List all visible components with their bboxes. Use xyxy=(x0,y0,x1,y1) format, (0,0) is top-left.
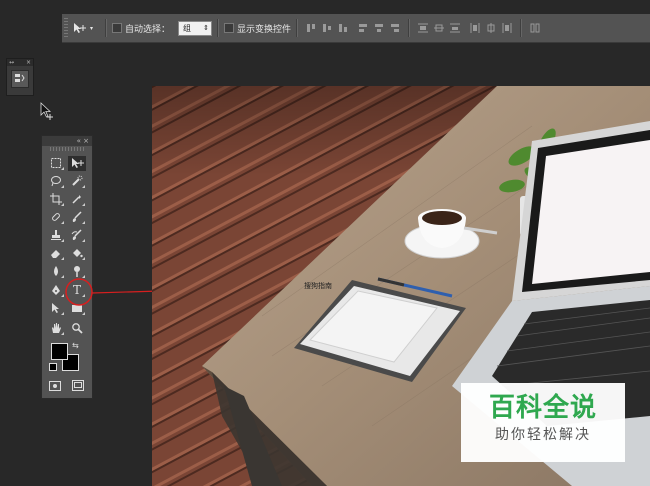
annotation-label: 搜狗指南 xyxy=(304,282,332,290)
watermark-subtitle: 助你轻松解决 xyxy=(495,427,591,443)
type-tool-highlight-circle xyxy=(65,278,93,306)
watermark-logo: 百科全说 助你轻松解决 xyxy=(461,383,625,462)
watermark-title: 百科全说 xyxy=(488,393,597,423)
